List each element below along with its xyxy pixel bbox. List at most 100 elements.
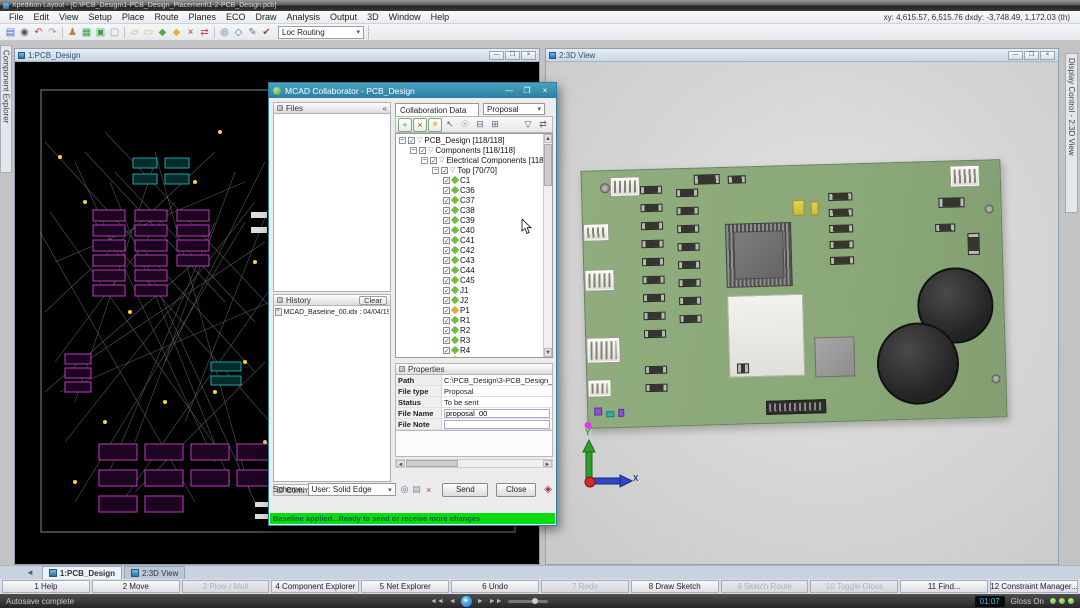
tree-item[interactable]: − ✓ ▽ C42 xyxy=(396,245,543,255)
tree-item[interactable]: − ✓ ▽ R3 xyxy=(396,335,543,345)
function-key-button[interactable]: 3 Plow / Mult xyxy=(182,580,270,593)
tree-item[interactable]: − ✓ ▽ C37 xyxy=(396,195,543,205)
menu-item[interactable]: File xyxy=(4,12,29,22)
function-key-button[interactable]: 7 Redo xyxy=(541,580,629,593)
minimize-icon[interactable]: — xyxy=(489,51,504,60)
menu-item[interactable]: Planes xyxy=(183,12,221,22)
tab-collaboration-data[interactable]: Collaboration Data xyxy=(395,103,479,116)
close-icon[interactable]: × xyxy=(1040,51,1055,60)
collapse-tree-icon[interactable]: ⊟ xyxy=(473,118,487,132)
display-control-tab[interactable]: Display Control - 2:3D View xyxy=(1065,53,1078,213)
delete-icon[interactable]: × xyxy=(413,118,427,132)
scheme-combo[interactable]: User: Solid Edge ▾ xyxy=(308,483,396,496)
function-key-button[interactable]: 4 Component Explorer xyxy=(271,580,359,593)
checkbox[interactable]: ✓ xyxy=(408,137,415,144)
function-key-button[interactable]: 12 Constraint Manager... xyxy=(990,580,1078,593)
tree-item[interactable]: − ✓ ▽ Top [70/70] xyxy=(396,165,543,175)
history-list[interactable]: MCAD_Baseline_00.idx : 04/04/19 11 xyxy=(273,306,391,482)
preview-icon[interactable]: ☀ xyxy=(428,118,442,132)
tree-item[interactable]: − ✓ ▽ PCB_Design [118/118] xyxy=(396,135,543,145)
step-forward-icon[interactable]: ► xyxy=(477,598,484,605)
scroll-thumb[interactable] xyxy=(544,144,552,186)
volume-slider[interactable] xyxy=(508,600,548,603)
search-icon[interactable]: ◎ xyxy=(399,484,411,496)
tree-item[interactable]: − ✓ ▽ C41 xyxy=(396,235,543,245)
filter-icon[interactable]: ▽ xyxy=(521,118,535,132)
clear-button[interactable]: Clear xyxy=(359,296,387,305)
function-key-button[interactable]: 10 Toggle Gloss xyxy=(810,580,898,593)
sync-icon[interactable]: ⇄ xyxy=(536,118,550,132)
checkbox[interactable]: ✓ xyxy=(443,187,450,194)
menu-item[interactable]: ECO xyxy=(221,12,251,22)
rewind-icon[interactable]: ◄◄ xyxy=(430,598,444,605)
tree-item[interactable]: − ✓ ▽ C1 xyxy=(396,175,543,185)
green-diamond-icon[interactable]: ◆ xyxy=(156,26,169,39)
close-icon[interactable]: × xyxy=(538,85,552,96)
menu-item[interactable]: Draw xyxy=(251,12,282,22)
checkbox[interactable]: ✓ xyxy=(443,347,450,354)
scroll-down-icon[interactable]: ▼ xyxy=(544,348,552,357)
checkbox[interactable]: ✓ xyxy=(443,277,450,284)
zoom-page-icon[interactable]: ◎ xyxy=(218,26,231,39)
function-key-button[interactable]: 6 Undo xyxy=(451,580,539,593)
mode-combo[interactable]: Proposal ▾ xyxy=(483,103,545,115)
tree-item[interactable]: − ✓ ▽ R5 xyxy=(396,355,543,357)
tree-item[interactable]: − ✓ ▽ J2 xyxy=(396,295,543,305)
toolbar-grip[interactable] xyxy=(368,26,374,39)
menu-item[interactable]: Help xyxy=(426,12,455,22)
minimize-icon[interactable]: — xyxy=(502,85,516,96)
pcb-window-header[interactable]: 1:PCB_Design — ❒ × xyxy=(15,49,539,62)
add-icon[interactable]: + xyxy=(398,118,412,132)
file-note-input[interactable] xyxy=(444,420,550,429)
maximize-icon[interactable]: ❒ xyxy=(520,85,534,96)
toolbar-icon[interactable] xyxy=(122,26,127,39)
tree-item[interactable]: − ✓ ▽ R1 xyxy=(396,315,543,325)
window-tab[interactable]: 1:PCB_Design xyxy=(42,566,122,579)
checkbox[interactable]: ✓ xyxy=(443,327,450,334)
dialog-title-bar[interactable]: MCAD Collaborator - PCB_Design — ❒ × xyxy=(269,83,556,98)
tree-item[interactable]: − ✓ ▽ C44 xyxy=(396,265,543,275)
menu-item[interactable]: Setup xyxy=(83,12,117,22)
menu-item[interactable]: Output xyxy=(325,12,362,22)
tree-item[interactable]: − ✓ ▽ C38 xyxy=(396,205,543,215)
scroll-left-icon[interactable]: ◄ xyxy=(396,460,405,467)
function-key-button[interactable]: 2 Move xyxy=(92,580,180,593)
fast-forward-icon[interactable]: ►► xyxy=(489,598,503,605)
scroll-right-icon[interactable]: ► xyxy=(543,460,552,467)
tree-scrollbar[interactable]: ▲ ▼ xyxy=(543,134,552,357)
tree-item[interactable]: − ✓ ▽ J1 xyxy=(396,285,543,295)
tree-item[interactable]: − ✓ ▽ R4 xyxy=(396,345,543,355)
checkbox[interactable]: ✓ xyxy=(443,357,450,358)
toolbar-icon[interactable] xyxy=(60,26,65,39)
view-3d-icon[interactable]: ◇ xyxy=(232,26,245,39)
copy-icon[interactable]: ▣ xyxy=(94,26,107,39)
expand-box-icon[interactable]: − xyxy=(410,147,417,154)
expand-box-icon[interactable]: − xyxy=(432,167,439,174)
checkbox[interactable]: ✓ xyxy=(430,157,437,164)
function-key-button[interactable]: 5 Net Explorer xyxy=(361,580,449,593)
checkbox[interactable]: ✓ xyxy=(443,267,450,274)
menu-item[interactable]: Place xyxy=(117,12,150,22)
undo-icon[interactable]: ↶ xyxy=(32,26,45,39)
tree-item[interactable]: − ✓ ▽ Components [118/118] xyxy=(396,145,543,155)
tree-item[interactable]: − ✓ ▽ Electrical Components [118/118] xyxy=(396,155,543,165)
menu-item[interactable]: View xyxy=(54,12,83,22)
checkbox[interactable]: ✓ xyxy=(443,227,450,234)
maximize-icon[interactable]: ❒ xyxy=(505,51,520,60)
collapse-icon[interactable]: « xyxy=(383,104,387,113)
scheme-combo[interactable]: Loc Routing ▾ xyxy=(278,26,364,39)
history-item[interactable]: MCAD_Baseline_00.idx : 04/04/19 11 xyxy=(274,306,390,318)
toolbar-icon[interactable] xyxy=(212,26,217,39)
menu-item[interactable]: Window xyxy=(384,12,426,22)
checkbox[interactable]: ✓ xyxy=(443,217,450,224)
menu-item[interactable]: Analysis xyxy=(282,12,326,22)
folder-icon[interactable]: ▱ xyxy=(128,26,141,39)
save-scheme-icon[interactable]: ▤ xyxy=(411,484,423,496)
horizontal-scrollbar[interactable]: ◄ ► xyxy=(395,459,553,468)
expand-tree-icon[interactable]: ⊞ xyxy=(488,118,502,132)
save-icon[interactable]: ▤ xyxy=(4,26,17,39)
tree-item[interactable]: − ✓ ▽ C36 xyxy=(396,185,543,195)
function-key-button[interactable]: 8 Draw Sketch xyxy=(631,580,719,593)
function-key-button[interactable]: 9 Sketch Route xyxy=(721,580,809,593)
checkbox[interactable]: ✓ xyxy=(443,307,450,314)
